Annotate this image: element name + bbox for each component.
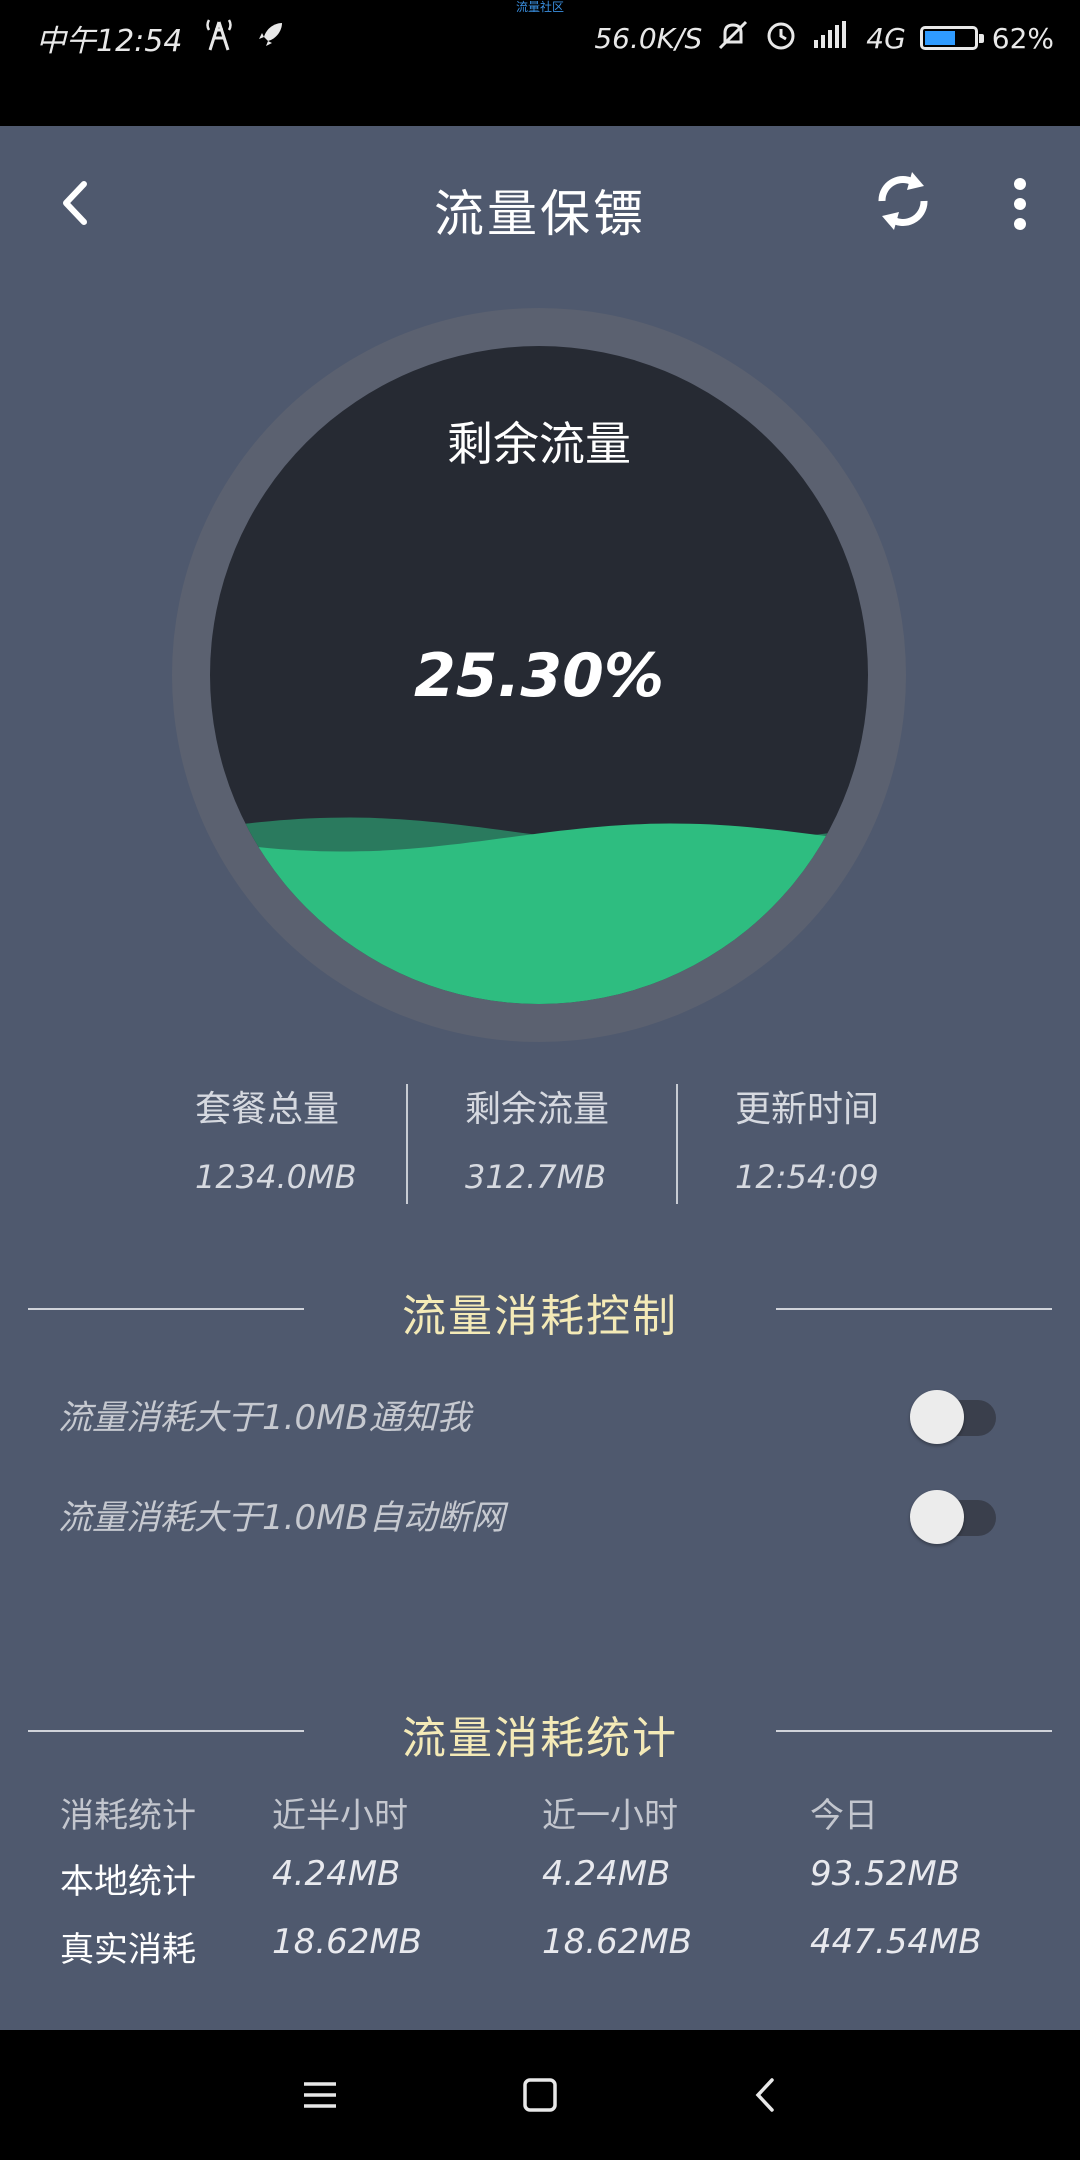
- cutoff-toggle[interactable]: [910, 1486, 996, 1544]
- stats-row-label: 本地统计: [60, 1862, 196, 1902]
- toggle-knob: [910, 1390, 964, 1444]
- divider: [676, 1084, 678, 1204]
- battery-icon: [919, 26, 984, 50]
- stats-header-half-hour: 近半小时: [272, 1796, 408, 1836]
- refresh-icon[interactable]: [872, 166, 934, 236]
- notify-setting-row: 流量消耗大于1.0MB通知我: [58, 1378, 1008, 1448]
- gauge-percent: 25.30%: [414, 641, 664, 711]
- net-speed: 56.0K/S: [594, 21, 703, 55]
- stats-cell: 93.52MB: [810, 1854, 960, 1894]
- cutoff-label: 流量消耗大于1.0MB自动断网: [58, 1498, 505, 1538]
- status-carrier-label: 流量社区: [515, 0, 564, 14]
- data-remaining-gauge: 剩余流量 25.30%: [172, 308, 906, 1042]
- update-time-label: 更新时间: [735, 1089, 880, 1130]
- navigation-bar: [0, 2030, 1080, 2160]
- stats-cell: 18.62MB: [272, 1922, 422, 1962]
- home-icon[interactable]: [515, 2070, 565, 2120]
- total-value: 1234.0MB: [195, 1158, 357, 1196]
- divider: [776, 1730, 1052, 1732]
- more-options-icon[interactable]: [1000, 176, 1040, 236]
- toggle-knob: [910, 1490, 964, 1544]
- stats-row-label: 真实消耗: [60, 1930, 196, 1970]
- menu-icon[interactable]: [296, 2070, 346, 2120]
- update-time-value: 12:54:09: [735, 1158, 879, 1196]
- stats-header-one-hour: 近一小时: [542, 1796, 678, 1836]
- battery-percent: 62%: [991, 21, 1054, 55]
- alarm-icon: [764, 18, 798, 59]
- stats-header-label: 消耗统计: [60, 1796, 196, 1836]
- back-icon[interactable]: [740, 2070, 790, 2120]
- gauge-inner: 剩余流量 25.30%: [210, 346, 868, 1004]
- cutoff-setting-row: 流量消耗大于1.0MB自动断网: [58, 1478, 1008, 1548]
- notify-toggle[interactable]: [910, 1386, 996, 1444]
- network-type: 4G: [866, 21, 906, 55]
- gauge-label: 剩余流量: [447, 417, 631, 471]
- stats-cell: 4.24MB: [272, 1854, 401, 1894]
- stats-cell: 447.54MB: [810, 1922, 982, 1962]
- divider: [776, 1308, 1052, 1310]
- info-remaining: 剩余流量 312.7MB: [465, 1080, 735, 1196]
- total-label: 套餐总量: [195, 1089, 340, 1130]
- divider: [406, 1084, 408, 1204]
- remaining-label: 剩余流量: [465, 1089, 610, 1130]
- control-heading: 流量消耗控制: [402, 1291, 678, 1342]
- notify-label: 流量消耗大于1.0MB通知我: [58, 1398, 471, 1438]
- stats-heading: 流量消耗统计: [402, 1713, 678, 1764]
- info-total: 套餐总量 1234.0MB: [195, 1080, 465, 1196]
- stats-cell: 18.62MB: [542, 1922, 692, 1962]
- app-bar: 流量保镖: [0, 126, 1080, 276]
- signal-bars-icon: [812, 20, 852, 57]
- status-bar: 流量社区 中午12:54 56.0K/S 4G 62%: [0, 0, 1080, 126]
- stats-section-header: 流量消耗统计: [0, 1702, 1080, 1764]
- signal-tower-icon: [204, 16, 234, 60]
- control-section-header: 流量消耗控制: [0, 1280, 1080, 1342]
- status-time: 中午12:54: [36, 24, 183, 59]
- rocket-icon: [256, 19, 286, 57]
- mute-bell-icon: [716, 18, 750, 59]
- stats-header-today: 今日: [810, 1796, 878, 1836]
- info-updated: 更新时间 12:54:09: [735, 1080, 1005, 1196]
- stats-cell: 4.24MB: [542, 1854, 671, 1894]
- remaining-value: 312.7MB: [465, 1158, 607, 1196]
